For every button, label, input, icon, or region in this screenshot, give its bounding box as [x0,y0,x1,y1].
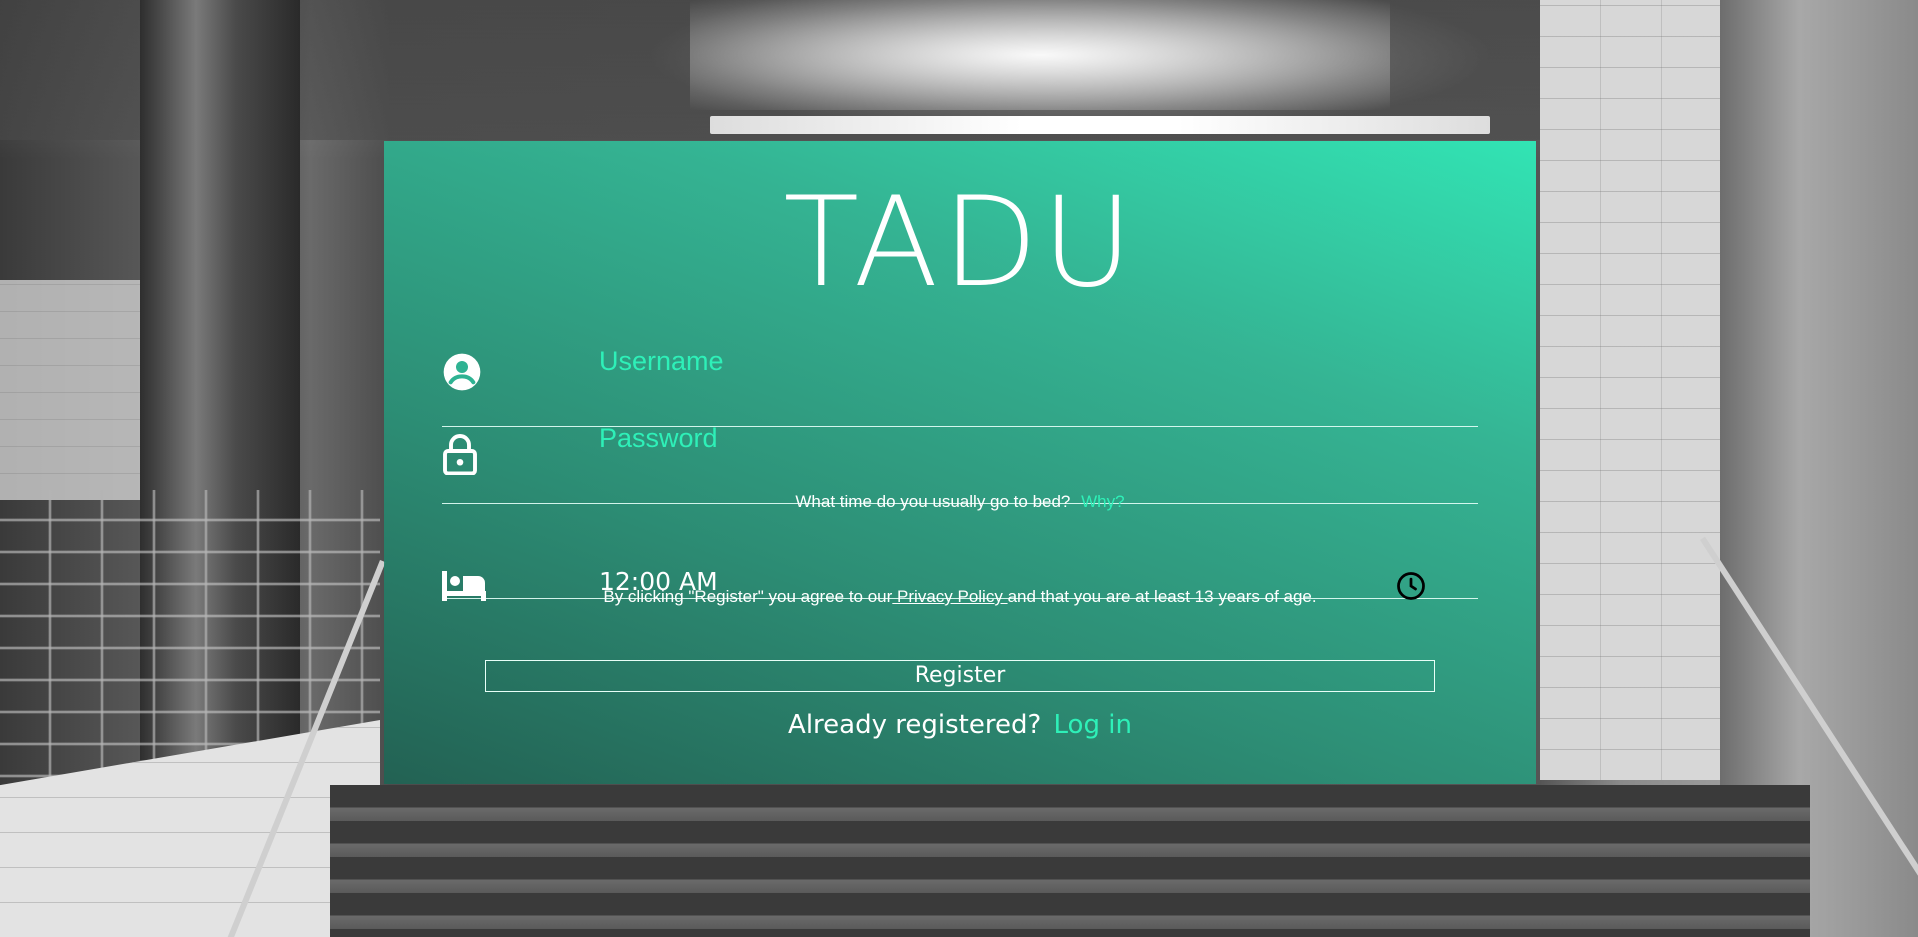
bedtime-field[interactable]: 12:00 AM [442,505,1478,601]
register-card: TADU Username Password What time do you … [384,141,1536,784]
app-logo: TADU [783,171,1137,315]
password-field[interactable]: Password [442,411,1478,504]
privacy-policy-link[interactable]: Privacy Policy [892,587,1007,606]
background-wall-right [1540,0,1720,780]
background-light-bar [710,116,1490,134]
background-light-glow [690,0,1390,110]
account-circle-icon [442,352,482,396]
background-wall-left [0,280,140,500]
login-prompt-text: Already registered? [788,710,1042,740]
terms-suffix: and that you are at least 13 years of ag… [1007,587,1317,606]
lock-icon [442,433,478,479]
terms-prefix: By clicking "Register" you agree to our [603,587,893,606]
register-button[interactable]: Register [485,660,1435,692]
login-link[interactable]: Log in [1054,710,1132,740]
username-input[interactable]: Username [599,346,724,377]
terms-text: By clicking "Register" you agree to our … [384,587,1536,607]
login-prompt: Already registered? Log in [384,710,1536,740]
background-stairs [330,785,1810,937]
password-input[interactable]: Password [599,423,718,454]
